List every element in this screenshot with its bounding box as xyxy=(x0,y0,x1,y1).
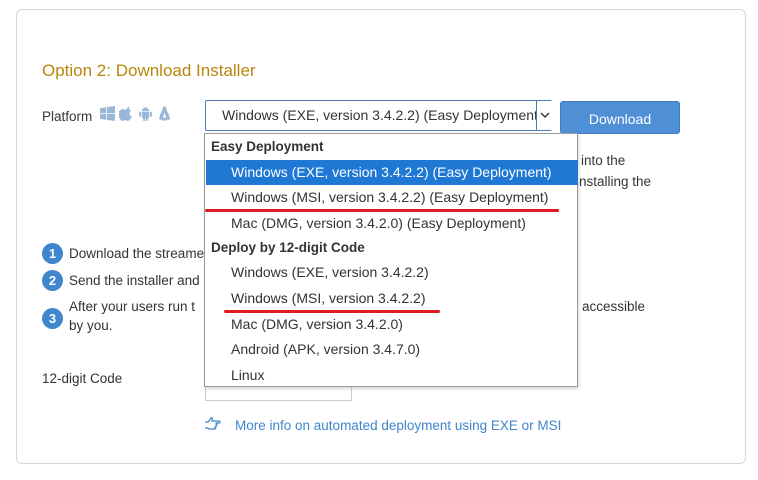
step-3-text-right: accessible xyxy=(582,299,646,314)
option-windows-exe-easy[interactable]: Windows (EXE, version 3.4.2.2) (Easy Dep… xyxy=(206,160,578,185)
option-group-easy-deployment: Easy Deployment xyxy=(211,139,324,154)
step-number-1: 1 xyxy=(42,243,63,264)
step-3-text-cont: by you. xyxy=(69,318,113,333)
apple-icon xyxy=(119,106,134,121)
platform-label: Platform xyxy=(42,109,93,124)
more-info-link[interactable]: More info on automated deployment using … xyxy=(204,417,561,433)
chevron-down-icon[interactable] xyxy=(536,101,553,130)
platform-select[interactable]: Windows (EXE, version 3.4.2.2) (Easy Dep… xyxy=(205,100,552,131)
option-mac-dmg-code[interactable]: Mac (DMG, version 3.4.2.0) xyxy=(206,312,578,337)
option-windows-msi-code[interactable]: Windows (MSI, version 3.4.2.2) xyxy=(206,286,578,311)
platform-dropdown-list: Easy Deployment Windows (EXE, version 3.… xyxy=(204,133,578,387)
step-3-text: After your users run t xyxy=(69,299,196,314)
platform-icons xyxy=(100,106,172,121)
option-group-deploy-by-code: Deploy by 12-digit Code xyxy=(211,240,365,255)
android-icon xyxy=(138,106,153,121)
annotation-underline-msi-easy xyxy=(205,209,559,212)
step-1-text: Download the streame xyxy=(69,246,205,261)
description-right-line1: into the xyxy=(581,153,626,168)
linux-icon xyxy=(157,106,172,121)
step-2-text: Send the installer and xyxy=(69,273,200,288)
description-right-line2: nstalling the xyxy=(579,174,652,189)
more-info-link-text[interactable]: More info on automated deployment using … xyxy=(235,418,561,433)
step-number-3: 3 xyxy=(42,308,63,329)
download-button[interactable]: Download xyxy=(560,101,680,134)
annotation-underline-msi-code xyxy=(224,310,440,313)
step-number-2: 2 xyxy=(42,270,63,291)
option-linux-code[interactable]: Linux xyxy=(206,363,578,388)
section-heading: Option 2: Download Installer xyxy=(42,61,256,80)
option-windows-msi-easy[interactable]: Windows (MSI, version 3.4.2.2) (Easy Dep… xyxy=(206,185,578,210)
option-mac-dmg-easy[interactable]: Mac (DMG, version 3.4.2.0) (Easy Deploym… xyxy=(206,211,578,236)
option-android-apk-code[interactable]: Android (APK, version 3.4.7.0) xyxy=(206,337,578,362)
code-label: 12-digit Code xyxy=(42,371,123,386)
option-windows-exe-code[interactable]: Windows (EXE, version 3.4.2.2) xyxy=(206,260,578,285)
hand-pointer-icon xyxy=(204,417,221,433)
windows-icon xyxy=(100,106,115,121)
